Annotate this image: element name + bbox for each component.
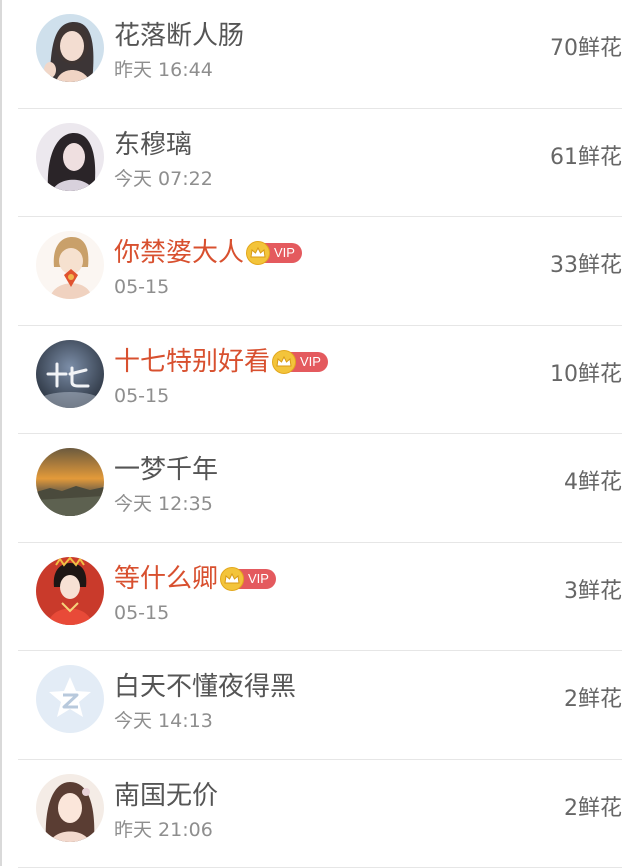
user-name[interactable]: 你禁婆大人 [114,237,244,269]
list-item[interactable]: 南国无价 昨天 21:06 2鲜花 [18,760,622,868]
message-time: 今天 14:13 [114,709,213,733]
message-time: 05-15 [114,384,169,408]
flower-count: 2鲜花 [564,685,622,715]
user-name[interactable]: 花落断人肠 [114,20,244,52]
flower-count: 33鲜花 [550,251,622,281]
crown-icon [246,241,270,265]
list-item[interactable]: 十七特别好看 VIP 05-15 10鲜花 [18,326,622,435]
message-time: 05-15 [114,275,169,299]
user-name[interactable]: 一梦千年 [114,454,218,486]
message-time: 05-15 [114,601,169,625]
crown-icon [272,350,296,374]
flower-ranking-list: 花落断人肠 昨天 16:44 70鲜花 东穆璃 今天 07:22 61鲜花 [0,0,640,868]
user-avatar[interactable] [36,774,104,842]
list-item[interactable]: 你禁婆大人 VIP 05-15 33鲜花 [18,217,622,326]
user-name[interactable]: 白天不懂夜得黑 [114,671,296,703]
list-item[interactable]: 等什么卿 VIP 05-15 3鲜花 [18,543,622,652]
list-item[interactable]: 东穆璃 今天 07:22 61鲜花 [18,109,622,218]
user-avatar[interactable] [36,231,104,299]
flower-count: 2鲜花 [564,794,622,824]
flower-count: 70鲜花 [550,34,622,64]
user-avatar[interactable] [36,123,104,191]
vip-badge: VIP [272,351,328,373]
vip-badge: VIP [220,568,276,590]
flower-count: 3鲜花 [564,577,622,607]
user-avatar[interactable] [36,14,104,82]
user-name[interactable]: 东穆璃 [114,129,192,161]
message-time: 昨天 21:06 [114,818,213,842]
crown-icon [220,567,244,591]
user-name[interactable]: 十七特别好看 [114,346,270,378]
list-item[interactable]: 一梦千年 今天 12:35 4鲜花 [18,434,622,543]
user-name[interactable]: 南国无价 [114,780,218,812]
list-item[interactable]: 花落断人肠 昨天 16:44 70鲜花 [18,0,622,109]
flower-count: 4鲜花 [564,468,622,498]
vip-badge: VIP [246,242,302,264]
flower-count: 10鲜花 [550,360,622,390]
message-time: 今天 07:22 [114,167,213,191]
user-name[interactable]: 等什么卿 [114,563,218,595]
user-avatar[interactable] [36,557,104,625]
message-time: 今天 12:35 [114,492,213,516]
user-avatar[interactable] [36,448,104,516]
message-time: 昨天 16:44 [114,58,213,82]
user-avatar[interactable] [36,665,104,733]
list-item[interactable]: 白天不懂夜得黑 今天 14:13 2鲜花 [18,651,622,760]
user-avatar[interactable] [36,340,104,408]
flower-count: 61鲜花 [550,143,622,173]
